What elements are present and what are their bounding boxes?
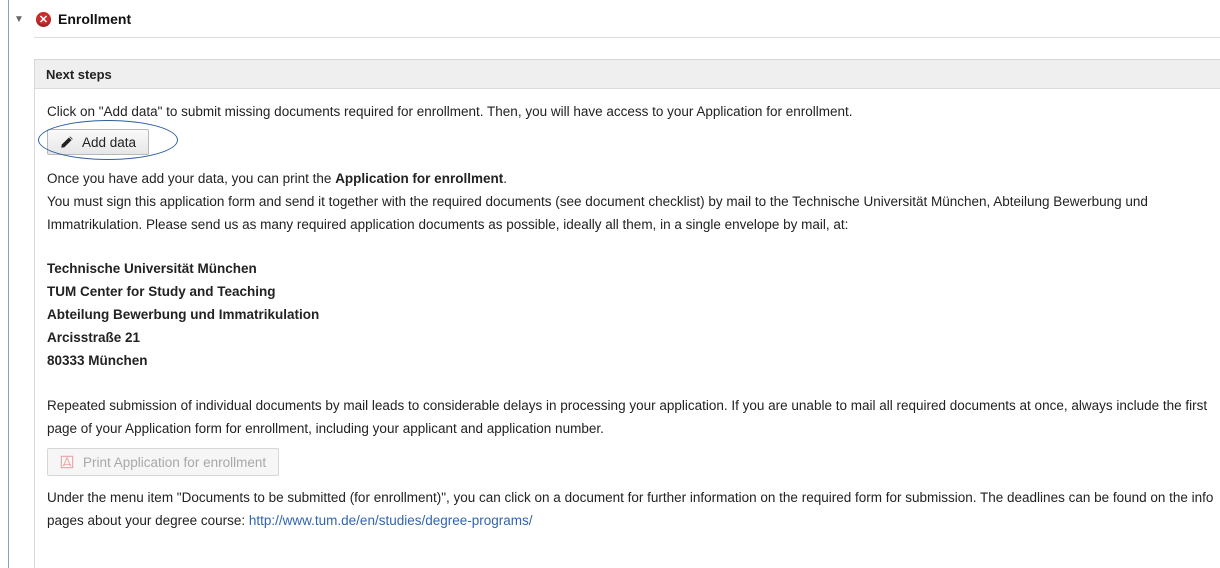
print-text-bold: Application for enrollment xyxy=(335,171,504,186)
pencil-icon xyxy=(61,136,73,148)
add-data-button[interactable]: Add data xyxy=(47,129,150,155)
panel-header: Next steps xyxy=(35,60,1220,89)
error-icon: ✕ xyxy=(36,11,51,27)
section-title: Enrollment xyxy=(58,11,132,27)
print-instructions: Once you have add your data, you can pri… xyxy=(47,167,1220,236)
print-application-button[interactable]: Print Application for enrollment xyxy=(47,448,280,476)
print-text-before: Once you have add your data, you can pri… xyxy=(47,171,336,186)
add-data-label: Add data xyxy=(82,134,137,150)
address-line: TUM Center for Study and Teaching xyxy=(47,284,276,299)
repeat-submission-text: Repeated submission of individual docume… xyxy=(47,398,1208,436)
header-divider xyxy=(34,37,1220,38)
address-line: Abteilung Bewerbung und Immatrikulation xyxy=(47,307,320,322)
address-line: Arcisstraße 21 xyxy=(47,330,141,345)
degree-programs-link[interactable]: http://www.tum.de/en/studies/degree-prog… xyxy=(249,513,533,528)
collapse-toggle-icon[interactable]: ▼ xyxy=(14,14,32,25)
sign-text: You must sign this application form and … xyxy=(47,194,1148,232)
print-button-label: Print Application for enrollment xyxy=(83,454,267,470)
address-line: Technische Universität München xyxy=(47,261,257,276)
address-line: 80333 München xyxy=(47,353,148,368)
print-text-after: . xyxy=(503,171,507,186)
intro-text: Click on "Add data" to submit missing do… xyxy=(47,104,853,119)
mailing-address: Technische Universität München TUM Cente… xyxy=(47,257,1220,372)
section-header-enrollment[interactable]: ▼ ✕ Enrollment xyxy=(14,8,131,30)
pdf-icon xyxy=(60,455,74,469)
next-steps-panel: Next steps Click on "Add data" to submit… xyxy=(34,59,1220,568)
panel-body: Click on "Add data" to submit missing do… xyxy=(35,100,1220,532)
menu-text: Under the menu item "Documents to be sub… xyxy=(47,490,1214,528)
menu-info-text: Under the menu item "Documents to be sub… xyxy=(47,486,1220,532)
